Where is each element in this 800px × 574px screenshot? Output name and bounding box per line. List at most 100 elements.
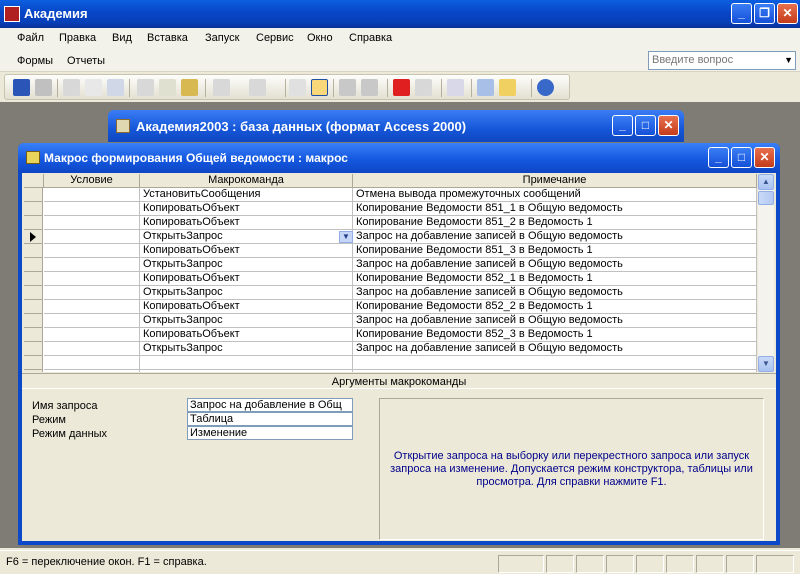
table-row[interactable]: КопироватьОбъект Копирование Ведомости 85… bbox=[24, 300, 757, 314]
table-row[interactable] bbox=[24, 370, 757, 372]
comment-cell[interactable]: Копирование Ведомости 852_3 в Ведомость … bbox=[353, 328, 757, 342]
comment-column-header[interactable]: Примечание bbox=[353, 174, 757, 188]
comment-cell[interactable]: Копирование Ведомости 852_1 в Ведомость … bbox=[353, 272, 757, 286]
row-selector[interactable] bbox=[24, 216, 43, 230]
row-selector[interactable] bbox=[24, 300, 43, 314]
db-maximize-button[interactable]: □ bbox=[635, 115, 656, 136]
table-row[interactable]: КопироватьОбъект Копирование Ведомости 85… bbox=[24, 272, 757, 286]
scroll-down-icon[interactable]: ▼ bbox=[758, 356, 774, 372]
query-name-field[interactable]: Запрос на добавление в Общ bbox=[187, 398, 353, 412]
row-selector[interactable] bbox=[24, 258, 43, 272]
row-selector[interactable] bbox=[24, 188, 43, 202]
condition-cell[interactable] bbox=[44, 188, 140, 202]
action-cell[interactable]: КопироватьОбъект bbox=[140, 272, 353, 286]
view-field[interactable]: Таблица bbox=[187, 412, 353, 426]
table-row[interactable]: ОткрытьЗапрос Запрос на добавление записе… bbox=[24, 230, 757, 244]
menu-insert[interactable]: Вставка bbox=[147, 32, 188, 44]
comment-cell[interactable]: Копирование Ведомости 851_3 в Ведомость … bbox=[353, 244, 757, 258]
macro-close-button[interactable]: ✕ bbox=[754, 147, 775, 168]
condition-cell[interactable] bbox=[44, 258, 140, 272]
build-icon[interactable] bbox=[447, 79, 464, 96]
restore-button[interactable]: ❐ bbox=[754, 3, 775, 24]
comment-cell[interactable]: Запрос на добавление записей в Общую вед… bbox=[353, 314, 757, 328]
menu-tools[interactable]: Сервис bbox=[256, 32, 294, 44]
condition-cell[interactable] bbox=[44, 244, 140, 258]
row-selector[interactable] bbox=[24, 286, 43, 300]
action-cell[interactable]: УстановитьСообщения bbox=[140, 188, 353, 202]
undo-icon[interactable] bbox=[213, 79, 230, 96]
condition-cell[interactable] bbox=[44, 286, 140, 300]
menu-view[interactable]: Вид bbox=[112, 32, 132, 44]
action-cell[interactable]: КопироватьОбъект bbox=[140, 216, 353, 230]
menu-run[interactable]: Запуск bbox=[205, 32, 239, 44]
data-mode-field[interactable]: Изменение bbox=[187, 426, 353, 440]
condition-cell[interactable] bbox=[44, 342, 140, 356]
single-step-icon[interactable] bbox=[415, 79, 432, 96]
menu-file[interactable]: Файл bbox=[17, 32, 44, 44]
action-cell[interactable] bbox=[140, 370, 353, 372]
action-cell[interactable]: ОткрытьЗапрос bbox=[140, 258, 353, 272]
database-window[interactable]: Академия2003 : база данных (формат Acces… bbox=[108, 110, 684, 142]
print-icon[interactable] bbox=[63, 79, 80, 96]
condition-column-header[interactable]: Условие bbox=[44, 174, 140, 188]
action-column-header[interactable]: Макрокоманда bbox=[140, 174, 353, 188]
table-row[interactable]: УстановитьСообщения Отмена вывода промежу… bbox=[24, 188, 757, 202]
comment-cell[interactable]: Копирование Ведомости 851_2 в Ведомость … bbox=[353, 216, 757, 230]
table-row[interactable]: КопироватьОбъект Копирование Ведомости 85… bbox=[24, 216, 757, 230]
condition-cell[interactable] bbox=[44, 216, 140, 230]
table-row[interactable]: КопироватьОбъект Копирование Ведомости 85… bbox=[24, 328, 757, 342]
row-selector[interactable] bbox=[24, 328, 43, 342]
run-icon[interactable] bbox=[393, 79, 410, 96]
row-selector[interactable] bbox=[24, 356, 43, 370]
minimize-button[interactable]: _ bbox=[731, 3, 752, 24]
comment-cell[interactable]: Копирование Ведомости 851_1 в Общую ведо… bbox=[353, 202, 757, 216]
row-selector[interactable] bbox=[24, 202, 43, 216]
close-button[interactable]: ✕ bbox=[777, 3, 798, 24]
redo-icon[interactable] bbox=[249, 79, 266, 96]
row-selector[interactable] bbox=[24, 272, 43, 286]
new-object-icon[interactable] bbox=[499, 79, 516, 96]
condition-cell[interactable] bbox=[44, 230, 140, 244]
copy-icon[interactable] bbox=[159, 79, 176, 96]
cut-icon[interactable] bbox=[137, 79, 154, 96]
ask-question-input[interactable]: Введите вопрос ▼ bbox=[648, 51, 796, 70]
row-selector[interactable] bbox=[24, 370, 43, 372]
condition-cell[interactable] bbox=[44, 202, 140, 216]
comment-cell[interactable]: Отмена вывода промежуточных сообщений bbox=[353, 188, 757, 202]
chevron-down-icon[interactable]: ▼ bbox=[784, 55, 793, 65]
scroll-up-icon[interactable]: ▲ bbox=[758, 174, 774, 190]
comment-cell[interactable]: Запрос на добавление записей в Общую вед… bbox=[353, 230, 757, 244]
condition-cell[interactable] bbox=[44, 300, 140, 314]
action-cell[interactable]: КопироватьОбъект bbox=[140, 244, 353, 258]
action-cell[interactable]: ОткрытьЗапрос bbox=[140, 342, 353, 356]
action-cell[interactable]: КопироватьОбъект bbox=[140, 328, 353, 342]
comment-cell[interactable]: Запрос на добавление записей в Общую вед… bbox=[353, 258, 757, 272]
db-minimize-button[interactable]: _ bbox=[612, 115, 633, 136]
row-selector[interactable] bbox=[24, 230, 43, 244]
action-cell[interactable]: ОткрытьЗапрос bbox=[140, 314, 353, 328]
macro-minimize-button[interactable]: _ bbox=[708, 147, 729, 168]
db-close-button[interactable]: ✕ bbox=[658, 115, 679, 136]
grid-vertical-scrollbar[interactable]: ▲ ▼ bbox=[758, 174, 774, 372]
print-preview-icon[interactable] bbox=[85, 79, 102, 96]
menu-window[interactable]: Окно bbox=[307, 32, 333, 44]
action-cell[interactable]: ОткрытьЗапрос bbox=[140, 286, 353, 300]
comment-cell[interactable]: Запрос на добавление записей в Общую вед… bbox=[353, 342, 757, 356]
table-row[interactable]: КопироватьОбъект Копирование Ведомости 85… bbox=[24, 202, 757, 216]
menu-edit[interactable]: Правка bbox=[59, 32, 96, 44]
comment-cell[interactable] bbox=[353, 370, 757, 372]
table-row[interactable]: ОткрытьЗапрос Запрос на добавление записе… bbox=[24, 286, 757, 300]
row-selector[interactable] bbox=[24, 244, 43, 258]
condition-cell[interactable] bbox=[44, 328, 140, 342]
scroll-thumb[interactable] bbox=[758, 191, 774, 205]
reports-menu[interactable]: Отчеты bbox=[67, 55, 105, 67]
comment-cell[interactable]: Копирование Ведомости 852_2 в Ведомость … bbox=[353, 300, 757, 314]
table-row[interactable] bbox=[24, 356, 757, 370]
delete-rows-icon[interactable] bbox=[361, 79, 378, 96]
comment-cell[interactable]: Запрос на добавление записей в Общую вед… bbox=[353, 286, 757, 300]
action-cell[interactable]: ОткрытьЗапрос bbox=[140, 230, 353, 244]
condition-cell[interactable] bbox=[44, 356, 140, 370]
condition-cell[interactable] bbox=[44, 370, 140, 372]
spelling-icon[interactable] bbox=[107, 79, 124, 96]
row-selector[interactable] bbox=[24, 314, 43, 328]
